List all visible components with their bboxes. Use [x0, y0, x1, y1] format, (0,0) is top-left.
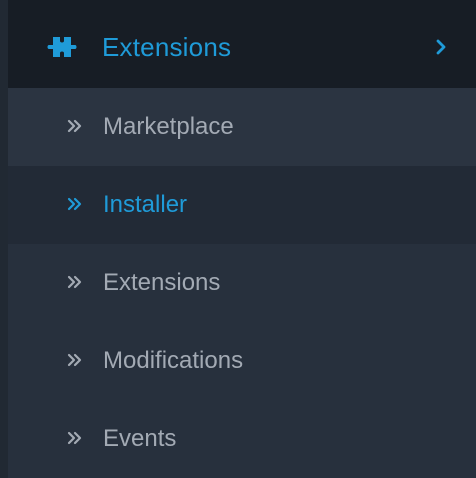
navigation-panel: Extensions Marketplace Installer Extensi…: [0, 0, 476, 478]
double-chevron-right-icon: [67, 353, 82, 367]
puzzle-icon: [47, 37, 77, 57]
submenu-item-label: Extensions: [103, 269, 221, 296]
double-chevron-right-icon: [67, 275, 82, 289]
submenu-item-marketplace[interactable]: Marketplace: [8, 88, 476, 166]
submenu-item-extensions[interactable]: Extensions: [8, 244, 476, 322]
double-chevron-right-icon: [67, 197, 82, 211]
extensions-menu-toggle[interactable]: Extensions: [8, 0, 476, 88]
double-chevron-right-icon: [67, 119, 82, 133]
extensions-submenu: Marketplace Installer Extensions Modific…: [8, 88, 476, 478]
submenu-item-label: Marketplace: [103, 113, 234, 140]
submenu-item-label: Modifications: [103, 347, 244, 374]
sidebar-menu: Extensions Marketplace Installer Extensi…: [8, 0, 476, 478]
submenu-item-label: Installer: [103, 191, 188, 218]
submenu-item-modifications[interactable]: Modifications: [8, 322, 476, 400]
menu-header-label: Extensions: [102, 32, 232, 62]
submenu-item-events[interactable]: Events: [8, 400, 476, 478]
submenu-item-installer[interactable]: Installer: [8, 166, 476, 244]
left-edge-strip: [0, 0, 8, 478]
submenu-item-label: Events: [103, 425, 177, 452]
double-chevron-right-icon: [67, 431, 82, 445]
chevron-right-icon[interactable]: [434, 36, 448, 58]
